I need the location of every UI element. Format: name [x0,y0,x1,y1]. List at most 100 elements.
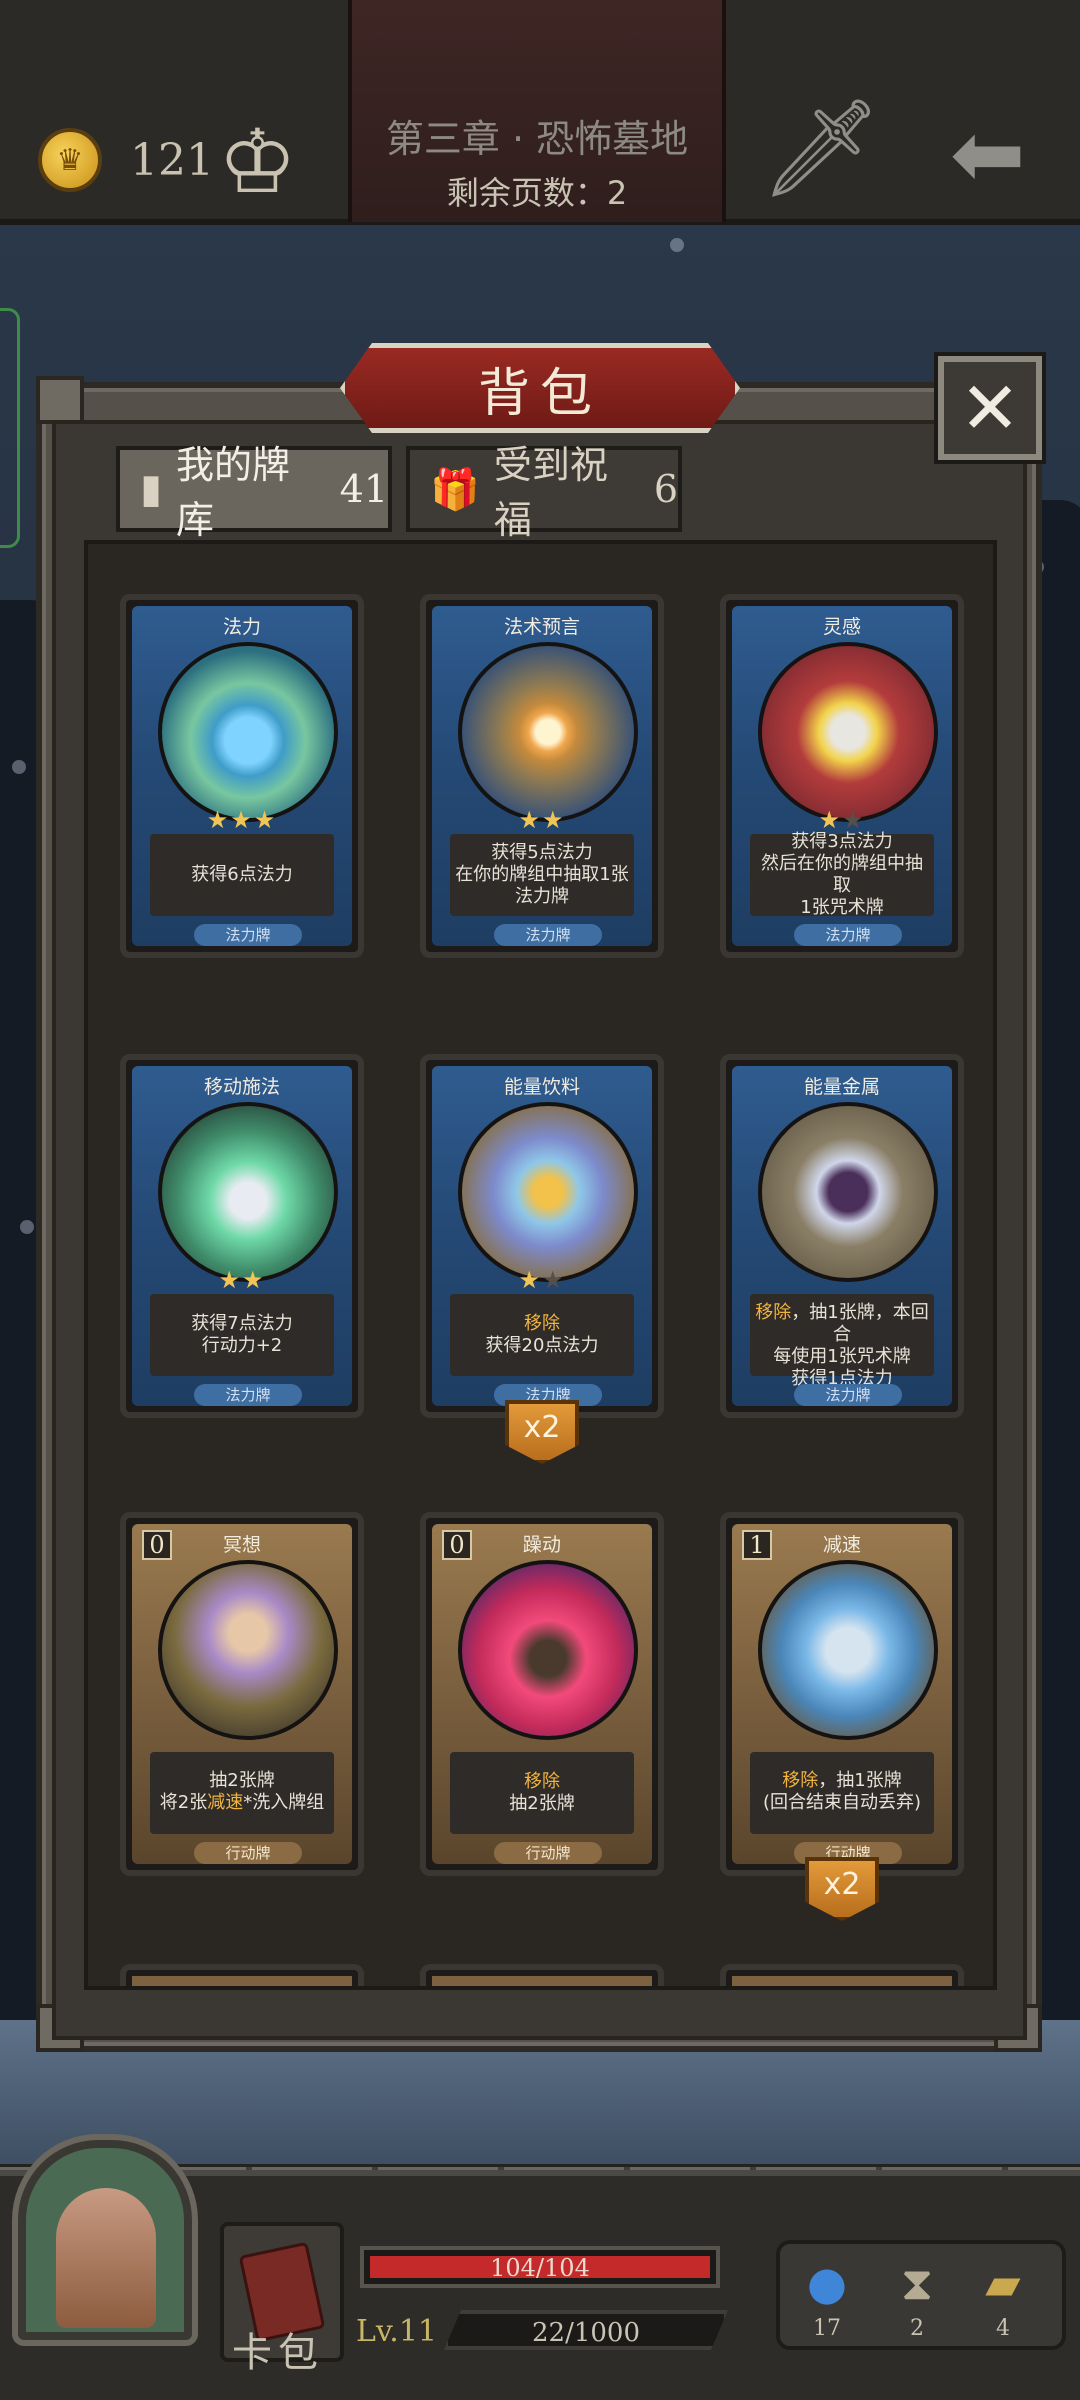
card-art [458,1102,638,1282]
resource-value: 17 [813,2316,841,2341]
card-type-label: 法力牌 [494,924,602,946]
card-meditation[interactable]: 0 冥想 抽2张牌 将2张减速*洗入牌组 行动牌 [120,1512,364,1876]
card-partial[interactable] [120,1964,364,1986]
card-inspiration[interactable]: 灵感 ★★ 获得3点法力 然后在你的牌组中抽取 1张咒术牌 法力牌 [720,594,964,958]
card-type-label: 行动牌 [194,1842,302,1864]
card-type-label: 法力牌 [794,924,902,946]
card-keyword: 移除 [524,1771,560,1792]
card-grid: 法力 ★★★ 获得6点法力 法力牌 法术预言 ★★ 获得5点法力 在你的牌组中抽… [84,540,997,1990]
snowflake [20,1220,34,1234]
card-energy-drink[interactable]: 能量饮料 ★★ 移除 获得20点法力 法力牌 [420,1054,664,1418]
star-rating: ★ [818,806,842,834]
card-art [158,642,338,822]
tab-blessings[interactable]: 🎁 受到祝福 6 [406,443,682,542]
snowflake [12,760,26,774]
card-art [758,642,938,822]
card-name: 躁动 [522,1534,561,1556]
top-bar: ♛ 121 ♔ 第三章 · 恐怖墓地 剩余页数：2 🗡 ⬅ [0,0,1080,225]
tab-count: 6 [653,467,678,511]
card-name: 法力 [222,616,261,638]
card-description: 获得6点法力 [191,864,293,885]
cards-icon: ▰ [985,2256,1021,2310]
hourglass-icon: ⧗ [900,2256,934,2310]
crown-coin-icon: ♛ [38,128,102,192]
card-description: 获得3点法力 然后在你的牌组中抽取 1张咒术牌 [761,831,923,918]
card-description: 抽2张牌 [509,1793,575,1814]
player-level: Lv.11 [356,2314,438,2349]
chapter-banner: 第三章 · 恐怖墓地 剩余页数：2 [348,0,726,222]
tab-label: 受到祝福 [493,443,608,542]
side-tab[interactable] [0,308,20,548]
modal-title: 背包 [477,363,602,424]
card-name: 减速 [822,1534,861,1556]
hero-portrait[interactable] [18,2140,192,2340]
card-name: 能量饮料 [503,1076,580,1098]
star-rating: ★★ [218,1266,266,1294]
card-name: 能量金属 [803,1076,880,1098]
resource-potion[interactable]: ● 17 [792,2256,862,2341]
gift-icon: 🎁 [430,466,480,513]
card-mana[interactable]: 法力 ★★★ 获得6点法力 法力牌 [120,594,364,958]
card-description: 获得5点法力 在你的牌组中抽取1张 法力牌 [455,842,629,907]
modal-title-plate: 背包 [340,343,740,433]
card-description: ，抽1张牌，本回合 每使用1张咒术牌 获得1点法力 [773,1302,929,1389]
card-type-label: 法力牌 [794,1384,902,1406]
card-type-label: 法力牌 [194,1384,302,1406]
sword-icon[interactable]: 🗡 [760,100,882,196]
coin-count: 121 [130,135,214,186]
tab-count: 41 [339,467,388,511]
card-keyword: 移除 [524,1313,560,1334]
star-rating: ★★★ [206,806,278,834]
card-keyword: 移除 [755,1302,792,1323]
card-art [758,1560,938,1740]
resource-cards[interactable]: ▰ 4 [968,2256,1038,2341]
star-empty: ★ [542,1266,566,1294]
card-spell-prophecy[interactable]: 法术预言 ★★ 获得5点法力 在你的牌组中抽取1张 法力牌 法力牌 [420,594,664,958]
hp-text: 104/104 [490,2254,590,2282]
card-name: 冥想 [222,1534,261,1556]
card-partial[interactable] [420,1964,664,1986]
panel-corner [36,376,84,424]
tab-label: 我的牌库 [176,443,291,542]
card-art [158,1102,338,1282]
tab-my-deck[interactable]: ▮ 我的牌库 41 [116,443,392,542]
card-type-label: 行动牌 [494,1842,602,1864]
xp-bar: 22/1000 [444,2310,728,2350]
resource-hourglass[interactable]: ⧗ 2 [882,2256,952,2341]
hp-bar: 104/104 [360,2246,720,2288]
close-button[interactable]: ✕ [938,356,1042,460]
card-icon: ▮ [140,466,163,512]
crown-icon[interactable]: ♔ [218,118,297,206]
card-frenzy[interactable]: 0 躁动 移除 抽2张牌 行动牌 [420,1512,664,1876]
star-empty: ★ [842,806,866,834]
card-energy-metal[interactable]: 能量金属 移除，抽1张牌，本回合 每使用1张咒术牌 获得1点法力 法力牌 [720,1054,964,1418]
potion-icon: ● [806,2256,848,2310]
star-rating: ★ [518,1266,542,1294]
chapter-title: 第三章 · 恐怖墓地 [385,117,689,161]
card-name: 灵感 [822,616,861,638]
card-art [458,1560,638,1740]
hero-figure [56,2188,156,2328]
card-name: 法术预言 [503,616,580,638]
card-name: 移动施法 [203,1076,280,1098]
card-description: 获得7点法力 行动力+2 [191,1313,293,1356]
card-art [158,1560,338,1740]
card-pack-label: 卡包 [232,2330,324,2376]
snowflake [670,238,684,252]
close-icon: ✕ [959,366,1021,450]
card-keyword: 移除 [782,1770,819,1791]
card-keyword: 减速 [207,1792,244,1813]
card-slowdown[interactable]: 1 减速 移除，抽1张牌 (回合结束自动丢弃) 行动牌 [720,1512,964,1876]
card-description: 获得20点法力 [485,1335,599,1356]
back-arrow-icon[interactable]: ⬅ [950,110,1025,200]
card-art [758,1102,938,1282]
card-art [458,642,638,822]
card-type-label: 法力牌 [194,924,302,946]
card-partial[interactable] [720,1964,964,1986]
star-rating: ★★ [518,806,566,834]
xp-text: 22/1000 [531,2318,640,2348]
pages-left: 剩余页数：2 [446,174,628,212]
card-description-tail: *洗入牌组 [243,1792,325,1813]
card-mobile-casting[interactable]: 移动施法 ★★ 获得7点法力 行动力+2 法力牌 [120,1054,364,1418]
resource-value: 2 [910,2316,924,2341]
